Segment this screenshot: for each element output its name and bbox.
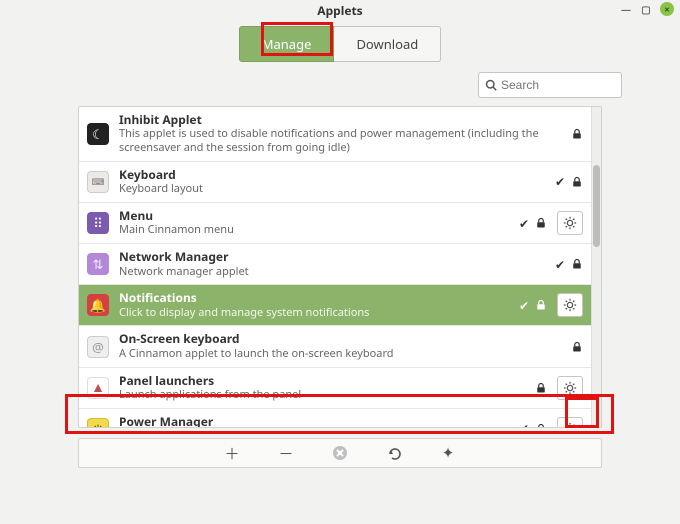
minimize-icon[interactable]: —	[620, 3, 632, 15]
bell-icon: 🔔	[87, 294, 109, 316]
tab-label: Manage	[262, 35, 312, 53]
applet-text: Panel launchersLaunch applications from …	[119, 374, 525, 402]
lock-icon	[571, 341, 583, 353]
applet-list: ☾ Inhibit AppletThis applet is used to di…	[79, 107, 591, 427]
search-row	[0, 72, 680, 106]
applet-text: Power ManagerCinnamon power management a…	[119, 415, 509, 427]
applet-text: MenuMain Cinnamon menu	[119, 209, 509, 237]
applet-description: A Cinnamon applet to launch the on-scree…	[119, 347, 561, 361]
applet-description: Click to display and manage system notif…	[119, 306, 509, 320]
network-icon: ⇅	[87, 253, 109, 275]
applet-name: Keyboard	[119, 168, 545, 182]
add-button[interactable]: ＋	[221, 442, 243, 464]
cancel-button	[329, 442, 351, 464]
titlebar: Applets — ▢ ×	[0, 0, 680, 20]
at-icon: @	[87, 336, 109, 358]
settings-button-menu[interactable]	[557, 211, 583, 235]
scrollbar[interactable]	[591, 107, 601, 427]
applet-list-container: ☾ Inhibit AppletThis applet is used to di…	[78, 106, 602, 428]
applet-description: Main Cinnamon menu	[119, 223, 509, 237]
applet-row-network[interactable]: ⇅ Network ManagerNetwork manager applet ✔	[79, 244, 591, 285]
applet-text: Network ManagerNetwork manager applet	[119, 250, 545, 278]
applet-row-menu[interactable]: ⠿ MenuMain Cinnamon menu ✔	[79, 203, 591, 244]
search-icon	[485, 79, 497, 91]
status-icons	[571, 128, 583, 140]
bottom-toolbar: ＋ － ✦	[78, 438, 602, 468]
enabled-check-icon: ✔	[519, 420, 529, 427]
status-icons	[535, 382, 547, 394]
lock-icon	[571, 128, 583, 140]
applet-row-power[interactable]: ⏻ Power ManagerCinnamon power management …	[79, 409, 591, 427]
maximize-icon[interactable]: ▢	[640, 3, 652, 15]
applet-text: KeyboardKeyboard layout	[119, 168, 545, 196]
applet-row-notifications[interactable]: 🔔 NotificationsClick to display and manag…	[79, 285, 591, 326]
applet-text: NotificationsClick to display and manage…	[119, 291, 509, 319]
status-icons: ✔	[555, 256, 583, 273]
applet-row-panel-launchers[interactable]: ▲ Panel launchersLaunch applications from…	[79, 368, 591, 409]
applet-text: Inhibit AppletThis applet is used to dis…	[119, 113, 561, 155]
applet-description: Network manager applet	[119, 265, 545, 279]
updates-button[interactable]: ✦	[437, 442, 459, 464]
keyboard-icon: ⌨	[87, 171, 109, 193]
window-controls: — ▢ ×	[620, 2, 674, 16]
applet-description: Launch applications from the panel	[119, 388, 525, 402]
applet-row-keyboard[interactable]: ⌨ KeyboardKeyboard layout ✔	[79, 162, 591, 203]
lock-icon	[571, 258, 583, 270]
lock-icon	[535, 423, 547, 427]
power-icon: ⏻	[87, 418, 109, 427]
window-title: Applets	[317, 2, 362, 19]
scroll-thumb[interactable]	[593, 165, 600, 247]
applet-name: Menu	[119, 209, 509, 223]
rocket-icon: ▲	[87, 377, 109, 399]
applet-name: Notifications	[119, 291, 509, 305]
lock-icon	[571, 176, 583, 188]
tab-download[interactable]: Download	[334, 26, 441, 62]
status-icons: ✔	[519, 297, 547, 314]
applet-description: Keyboard layout	[119, 182, 545, 196]
search-field[interactable]	[478, 72, 622, 98]
applet-name: Power Manager	[119, 415, 509, 427]
enabled-check-icon: ✔	[519, 297, 529, 314]
status-icons	[571, 341, 583, 353]
applet-name: Inhibit Applet	[119, 113, 561, 127]
tabs: Manage Download	[0, 20, 680, 72]
undo-button[interactable]	[383, 442, 405, 464]
status-icons: ✔	[519, 420, 547, 427]
moon-icon: ☾	[87, 123, 109, 145]
grid-icon: ⠿	[87, 212, 109, 234]
search-input[interactable]	[501, 78, 615, 92]
close-icon[interactable]: ×	[660, 2, 674, 16]
settings-button-power[interactable]	[557, 417, 583, 427]
lock-icon	[535, 217, 547, 229]
lock-icon	[535, 299, 547, 311]
applet-name: On-Screen keyboard	[119, 332, 561, 346]
applet-row-inhibit[interactable]: ☾ Inhibit AppletThis applet is used to di…	[79, 107, 591, 162]
status-icons: ✔	[519, 215, 547, 232]
status-icons: ✔	[555, 173, 583, 190]
enabled-check-icon: ✔	[555, 173, 565, 190]
remove-button[interactable]: －	[275, 442, 297, 464]
settings-button-panel-launchers[interactable]	[557, 376, 583, 400]
enabled-check-icon: ✔	[555, 256, 565, 273]
applet-row-osk[interactable]: @ On-Screen keyboardA Cinnamon applet to …	[79, 326, 591, 367]
applet-description: This applet is used to disable notificat…	[119, 127, 561, 155]
applet-name: Network Manager	[119, 250, 545, 264]
applet-name: Panel launchers	[119, 374, 525, 388]
settings-button-notifications[interactable]	[557, 293, 583, 317]
enabled-check-icon: ✔	[519, 215, 529, 232]
applet-text: On-Screen keyboardA Cinnamon applet to l…	[119, 332, 561, 360]
tab-label: Download	[356, 35, 418, 53]
tab-manage[interactable]: Manage	[239, 26, 335, 62]
lock-icon	[535, 382, 547, 394]
